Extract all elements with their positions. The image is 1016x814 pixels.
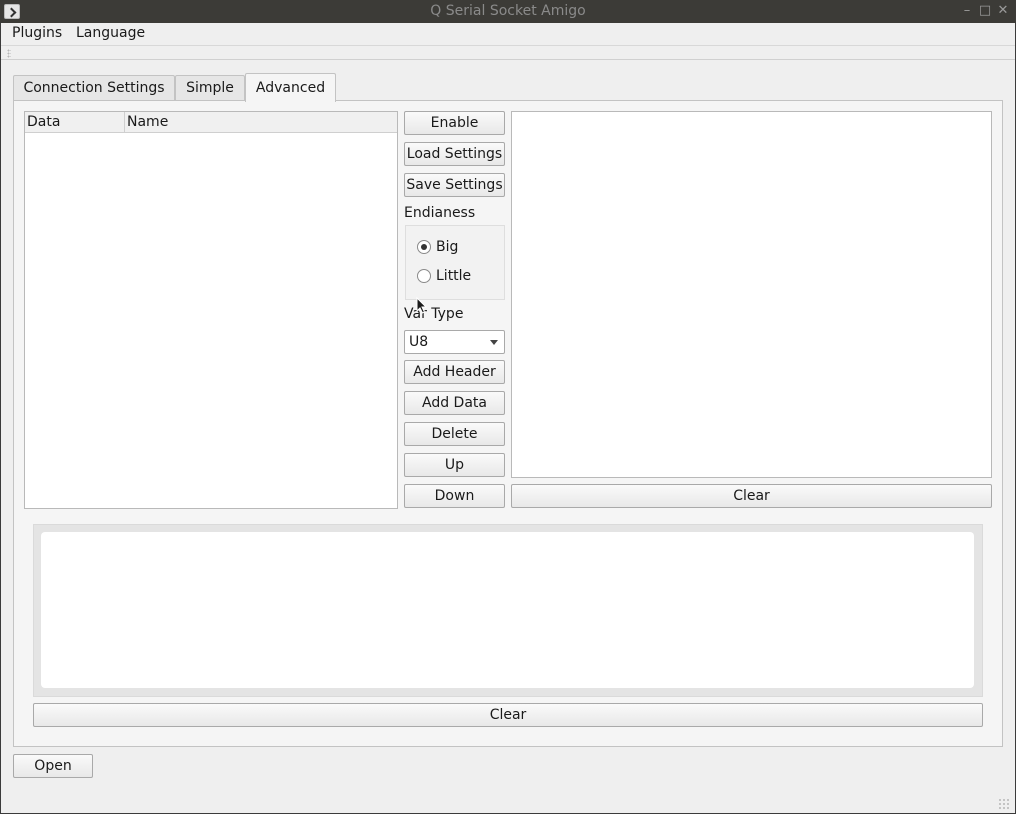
load-settings-button[interactable]: Load Settings	[404, 142, 505, 166]
save-settings-button[interactable]: Save Settings	[404, 173, 505, 197]
radio-big-label[interactable]: Big	[436, 239, 458, 255]
down-button[interactable]: Down	[404, 484, 505, 508]
radio-little[interactable]	[417, 269, 431, 283]
delete-button[interactable]: Delete	[404, 422, 505, 446]
var-type-label: Var Type	[404, 306, 464, 322]
endianess-label: Endianess	[404, 205, 476, 221]
menu-bar: Plugins Language	[1, 23, 1015, 45]
add-data-button[interactable]: Add Data	[404, 391, 505, 415]
size-grip-icon[interactable]	[998, 798, 1010, 810]
var-type-value: U8	[409, 334, 429, 350]
enable-button[interactable]: Enable	[404, 111, 505, 135]
log-output-area[interactable]	[41, 532, 974, 688]
chevron-down-icon	[490, 340, 498, 345]
toolbar-area	[1, 45, 1015, 60]
column-header-name[interactable]: Name	[125, 112, 397, 133]
column-header-data[interactable]: Data	[25, 112, 125, 133]
tab-connection-settings[interactable]: Connection Settings	[13, 75, 175, 101]
close-icon[interactable]: ✕	[995, 3, 1011, 19]
menu-plugins[interactable]: Plugins	[9, 25, 65, 41]
window-title: Q Serial Socket Amigo	[430, 3, 586, 19]
up-button[interactable]: Up	[404, 453, 505, 477]
packet-output-area[interactable]	[511, 111, 992, 478]
mouse-cursor-icon	[416, 297, 428, 314]
minimize-icon[interactable]: –	[959, 3, 975, 19]
add-header-button[interactable]: Add Header	[404, 360, 505, 384]
open-button[interactable]: Open	[13, 754, 93, 778]
menu-language[interactable]: Language	[73, 25, 148, 41]
maximize-icon[interactable]: □	[977, 3, 993, 19]
data-tree-list[interactable]: Data Name	[24, 111, 398, 509]
title-bar[interactable]: Q Serial Socket Amigo – □ ✕	[0, 0, 1016, 23]
tab-simple[interactable]: Simple	[175, 75, 245, 101]
radio-big[interactable]	[417, 240, 431, 254]
tab-advanced[interactable]: Advanced	[245, 73, 336, 102]
clear-bottom-button[interactable]: Clear	[33, 703, 983, 727]
var-type-combo[interactable]: U8	[404, 330, 505, 354]
toolbar-grip-icon[interactable]	[7, 49, 11, 58]
endianess-group: Big Little	[405, 225, 505, 300]
clear-right-button[interactable]: Clear	[511, 484, 992, 508]
radio-little-label[interactable]: Little	[436, 268, 471, 284]
